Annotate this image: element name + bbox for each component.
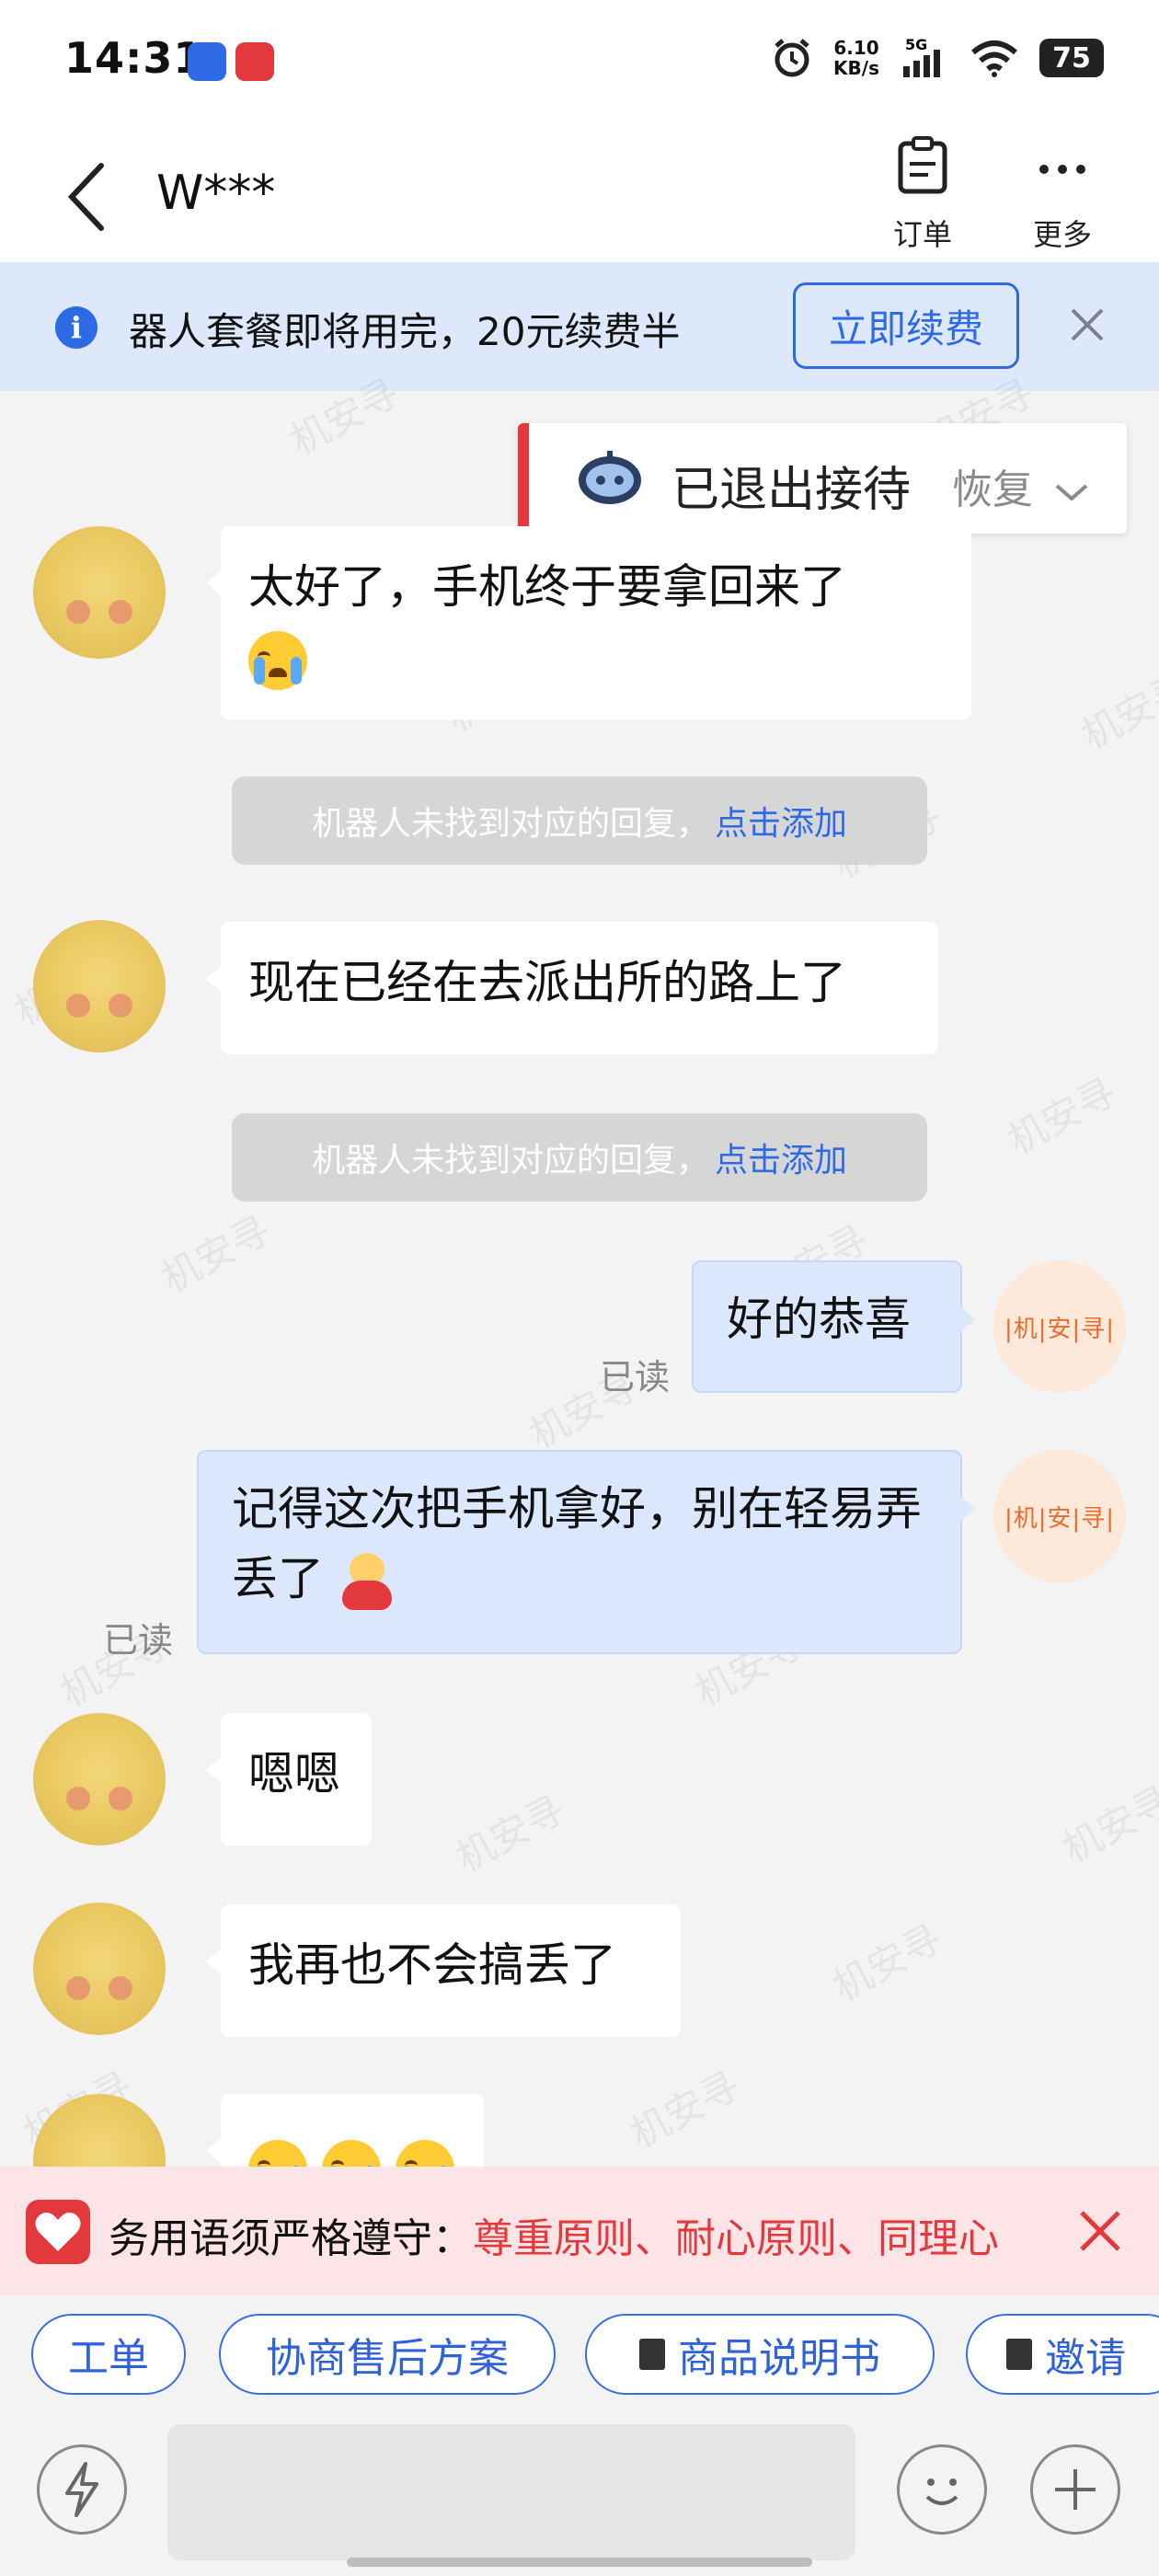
message-input[interactable]	[167, 2424, 855, 2560]
home-indicator[interactable]	[347, 2558, 812, 2567]
watermark: 机安寻	[1000, 1068, 1124, 1164]
watermark: 机安寻	[623, 2062, 747, 2157]
chip-invite[interactable]: 邀请	[966, 2314, 1159, 2395]
incoming-message: 太好了，手机终于要拿回来了	[206, 526, 971, 719]
crying-face-emoji	[248, 630, 307, 690]
watermark: 机安寻	[825, 1915, 949, 2010]
more-label: 更多	[1032, 217, 1092, 252]
restore-button[interactable]: 恢复	[952, 456, 1092, 515]
agent-avatar[interactable]: |机|安|寻|	[993, 1450, 1126, 1582]
customer-avatar[interactable]	[33, 920, 166, 1052]
net-speed: 6.10 KB/s	[833, 37, 879, 79]
watermark: 机安寻	[1073, 663, 1159, 759]
close-icon[interactable]	[1067, 305, 1107, 345]
quick-action-chips: 工单 协商售后方案 商品说明书 邀请	[0, 2295, 1159, 2424]
system-message-text: 机器人未找到对应的回复，	[311, 1142, 709, 1179]
message-text: 好的恭喜	[727, 1293, 911, 1346]
system-message: 机器人未找到对应的回复， 点击添加	[232, 776, 927, 865]
close-icon[interactable]	[1076, 2207, 1124, 2255]
more-tools-button[interactable]	[1030, 2444, 1120, 2535]
robot-icon	[579, 451, 641, 504]
input-bar	[0, 2424, 1159, 2576]
outgoing-message: 好的恭喜	[692, 1260, 975, 1393]
status-bar: 14:31 6.10 KB/s 5G 75	[0, 0, 1159, 120]
order-button[interactable]: 订单	[867, 136, 978, 254]
read-receipt: 已读	[600, 1357, 671, 1397]
back-arrow-icon[interactable]	[64, 160, 110, 234]
bag-icon	[1006, 2339, 1032, 2370]
customer-avatar[interactable]	[33, 1713, 166, 1846]
add-reply-link[interactable]: 点击添加	[715, 797, 847, 845]
watermark: 机安寻	[1055, 1777, 1159, 1872]
reception-status-card: 已退出接待 恢复	[518, 423, 1127, 534]
watermark: 机安寻	[448, 1786, 572, 1881]
restore-label: 恢复	[952, 466, 1033, 513]
service-rules-banner: 务用语须严格遵守：尊重原则、耐心原则、同理心	[0, 2167, 1159, 2295]
incoming-message: 嗯嗯	[206, 1713, 372, 1846]
app-notification-icon	[235, 42, 274, 81]
book-icon	[639, 2339, 665, 2370]
app-notification-icon	[188, 42, 226, 81]
agent-avatar[interactable]: |机|安|寻|	[993, 1260, 1126, 1393]
watermark: 机安寻	[154, 1206, 278, 1302]
doll-emoji	[339, 1552, 394, 1612]
chat-title: W***	[156, 166, 276, 221]
incoming-message: 我再也不会搞丢了	[206, 1904, 681, 2037]
message-text: 嗯嗯	[248, 1747, 340, 1800]
rules-text: 务用语须严格遵守：尊重原则、耐心原则、同理心	[109, 2205, 1028, 2264]
cellular-signal-icon: 5G	[903, 37, 940, 77]
exit-reception-text: 已退出接待	[671, 463, 912, 518]
chevron-down-icon	[1055, 484, 1088, 501]
order-label: 订单	[892, 217, 952, 252]
wifi-icon	[971, 40, 1017, 77]
chip-after-sales-plan[interactable]: 协商售后方案	[219, 2314, 556, 2395]
customer-avatar[interactable]	[33, 526, 166, 659]
alarm-icon	[775, 39, 809, 77]
incoming-message: 现在已经在去派出所的路上了	[206, 922, 938, 1054]
emoji-button[interactable]	[897, 2444, 987, 2535]
message-text: 太好了，手机终于要拿回来了	[248, 560, 846, 614]
shop-logo-icon	[26, 2200, 90, 2264]
chip-product-manual[interactable]: 商品说明书	[585, 2314, 935, 2395]
rules-highlight: 尊重原则、耐心原则、同理心	[473, 2215, 999, 2262]
battery-indicator: 75	[1039, 39, 1104, 77]
more-button[interactable]: 更多	[1007, 136, 1118, 254]
info-icon: i	[55, 306, 98, 349]
more-dots-icon	[1039, 165, 1085, 174]
system-message-text: 机器人未找到对应的回复，	[311, 805, 709, 843]
clock: 14:31	[64, 33, 204, 83]
read-receipt: 已读	[103, 1620, 174, 1661]
notice-text: 器人套餐即将用完，20元续费半	[129, 309, 681, 354]
add-reply-link[interactable]: 点击添加	[715, 1133, 847, 1181]
renew-button[interactable]: 立即续费	[793, 282, 1019, 369]
smiley-icon	[925, 2478, 958, 2505]
svg-text:5G: 5G	[905, 37, 927, 53]
clipboard-icon	[898, 136, 947, 194]
message-text: 我再也不会搞丢了	[248, 1938, 616, 1992]
message-text: 记得这次把手机拿好，别在轻易弄丢了	[232, 1482, 922, 1605]
status-icons: 6.10 KB/s 5G 75	[771, 37, 1104, 79]
quick-reply-button[interactable]	[37, 2444, 127, 2535]
rules-prefix: 务用语须严格遵守：	[109, 2215, 473, 2262]
message-text: 现在已经在去派出所的路上了	[248, 956, 846, 1009]
plus-icon	[1055, 2469, 1096, 2510]
lightning-icon	[65, 2462, 98, 2517]
chat-header: W*** 订单 更多	[0, 120, 1159, 262]
renewal-notice: i 器人套餐即将用完，20元续费半 立即续费	[0, 262, 1159, 391]
customer-avatar[interactable]	[33, 1903, 166, 2035]
outgoing-message: 记得这次把手机拿好，别在轻易弄丢了	[197, 1450, 975, 1654]
system-message: 机器人未找到对应的回复， 点击添加	[232, 1113, 927, 1202]
chip-work-order[interactable]: 工单	[31, 2314, 186, 2395]
